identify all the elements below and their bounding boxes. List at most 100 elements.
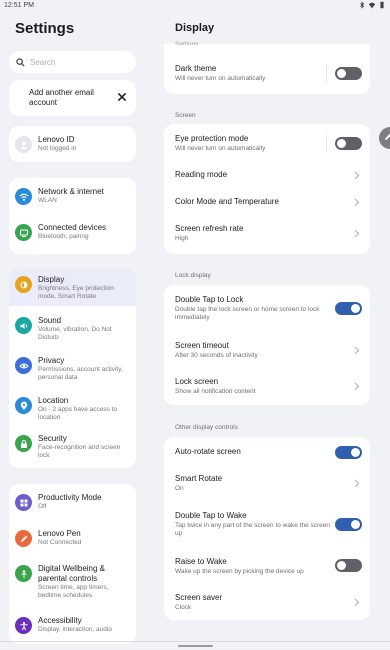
avatar-icon — [20, 141, 27, 149]
screen-saver-subtitle: Clock — [175, 604, 192, 611]
double-tap-wake-title: Double Tap to Wake — [175, 511, 247, 520]
search-input[interactable] — [30, 57, 130, 67]
smart-rotate-subtitle: On — [175, 485, 184, 492]
account-card[interactable]: Lenovo ID Not logged in — [9, 126, 136, 162]
double-tap-lock-title: Double Tap to Lock — [175, 295, 244, 304]
sidebar-item-label: Sound — [38, 316, 62, 325]
battery-icon — [380, 1, 384, 9]
double-tap-lock-toggle[interactable] — [335, 302, 362, 315]
sidebar-item-sound[interactable]: Sound Volume, vibration, Do Not Disturb — [9, 316, 136, 342]
chevron-right-icon — [354, 346, 360, 355]
device-card: Display Brightness, Eye protection mode,… — [9, 268, 136, 468]
reading-mode-title: Reading mode — [175, 170, 228, 179]
pen-icon — [15, 530, 32, 547]
lock-screen-title: Lock screen — [175, 377, 219, 386]
sidebar-item-lenovo-pen[interactable]: Lenovo Pen Not Connected — [9, 529, 136, 547]
other-controls-card: Auto-rotate screen Smart Rotate On Doubl… — [164, 437, 370, 620]
accessibility-icon — [15, 617, 32, 634]
pencil-icon — [385, 133, 390, 140]
refresh-rate-title: Screen refresh rate — [175, 224, 244, 233]
sidebar-item-label: Connected devices — [38, 223, 107, 232]
color-mode-title: Color Mode and Temperature — [175, 197, 279, 206]
account-title: Lenovo ID — [38, 135, 75, 144]
wifi-icon — [15, 188, 32, 205]
sidebar-item-label: Privacy — [38, 356, 65, 365]
sidebar-item-label: Security — [38, 434, 67, 443]
sidebar-item-connected-devices[interactable]: Connected devices Bluetooth, pairing — [9, 223, 136, 241]
search-icon — [16, 57, 25, 66]
refresh-rate-subtitle: High — [175, 235, 189, 242]
sidebar-item-label: Digital Wellbeing & parental controls — [38, 564, 105, 583]
section-label-screen: Screen — [175, 112, 196, 119]
sidebar-item-privacy[interactable]: Privacy Permissions, account activity, p… — [9, 356, 136, 382]
sidebar-item-label: Lenovo Pen — [38, 529, 81, 538]
wifi-status-icon — [368, 2, 376, 9]
cut-off-label: Settings — [175, 41, 199, 45]
status-time: 12:51 PM — [4, 2, 34, 9]
status-bar: 12:51 PM — [0, 0, 390, 12]
devices-icon — [15, 224, 32, 241]
screen-card: Eye protection mode Will never turn on a… — [164, 124, 370, 254]
productivity-icon — [15, 494, 32, 511]
settings-title: Settings — [15, 20, 75, 37]
sidebar-item-subtitle: Off — [38, 503, 47, 510]
divider — [0, 641, 390, 642]
chevron-right-icon — [354, 382, 360, 391]
privacy-eye-icon — [15, 357, 32, 374]
raise-to-wake-toggle[interactable] — [335, 559, 362, 572]
sidebar-item-display[interactable]: Display Brightness, Eye protection mode,… — [9, 268, 136, 306]
sidebar-item-security[interactable]: Security Face-recognition and screen loc… — [9, 434, 136, 460]
wellbeing-icon — [15, 565, 32, 582]
screen-saver-title: Screen saver — [175, 593, 223, 602]
eye-protection-toggle[interactable] — [335, 137, 362, 150]
lock-icon — [15, 435, 32, 452]
gesture-nav-handle[interactable] — [178, 645, 213, 647]
sidebar-item-productivity[interactable]: Productivity Mode Off — [9, 493, 136, 511]
sidebar-item-subtitle: Brightness, Eye protection mode, Smart R… — [38, 285, 114, 300]
auto-rotate-toggle[interactable] — [335, 446, 362, 459]
location-icon — [15, 397, 32, 414]
sidebar-item-label: Display — [38, 275, 65, 284]
chevron-right-icon — [354, 198, 360, 207]
sidebar-item-subtitle: Screen time, app timers, bedtime schedul… — [38, 584, 109, 599]
sidebar-item-subtitle: Permissions, account activity, personal … — [38, 366, 123, 381]
add-email-card[interactable]: Add another email account — [9, 80, 136, 116]
sidebar-item-subtitle: Volume, vibration, Do Not Disturb — [38, 326, 112, 341]
add-email-label: Add another email account — [29, 88, 94, 107]
section-label-other-controls: Other display controls — [175, 424, 238, 431]
status-icons — [358, 1, 386, 9]
double-tap-wake-subtitle: Tap twice in any part of the screen to w… — [175, 522, 331, 537]
section-label-lock-display: Lock display — [175, 272, 211, 279]
eye-protection-subtitle: Will never turn on automatically — [175, 145, 266, 152]
sidebar-item-accessibility[interactable]: Accessibility Display, interaction, audi… — [9, 616, 136, 634]
auto-rotate-title: Auto-rotate screen — [175, 447, 241, 456]
sidebar-item-label: Accessibility — [38, 616, 82, 625]
double-tap-lock-subtitle: Double tap the lock screen or home scree… — [175, 306, 320, 321]
chevron-right-icon — [354, 479, 360, 488]
sidebar-item-network[interactable]: Network & internet WLAN — [9, 187, 136, 205]
sidebar-item-location[interactable]: Location On - 2 apps have access to loca… — [9, 396, 136, 422]
sidebar-item-subtitle: Not Connected — [38, 539, 82, 546]
double-tap-wake-toggle[interactable] — [335, 518, 362, 531]
connectivity-card: Network & internet WLAN Connected device… — [9, 178, 136, 254]
sidebar-item-label: Location — [38, 396, 69, 405]
theme-card: Settings Dark theme Will never turn on a… — [164, 41, 370, 94]
chevron-right-icon — [354, 171, 360, 180]
volume-icon — [15, 317, 32, 334]
raise-to-wake-title: Raise to Wake — [175, 557, 227, 566]
chevron-right-icon — [354, 598, 360, 607]
smart-rotate-title: Smart Rotate — [175, 474, 223, 483]
dark-theme-subtitle: Will never turn on automatically — [175, 75, 266, 82]
avatar — [15, 136, 32, 153]
sidebar-item-label: Network & internet — [38, 187, 104, 196]
search-bar[interactable] — [9, 51, 136, 73]
sidebar-item-subtitle: On - 2 apps have access to location — [38, 406, 118, 421]
brightness-icon — [15, 276, 32, 293]
close-icon[interactable] — [116, 91, 128, 103]
sidebar-item-digital-wellbeing[interactable]: Digital Wellbeing & parental controls Sc… — [9, 564, 136, 600]
floating-edit-button[interactable] — [379, 127, 390, 149]
account-row[interactable]: Lenovo ID Not logged in — [9, 135, 136, 153]
dark-theme-toggle[interactable] — [335, 67, 362, 80]
bluetooth-icon — [360, 1, 365, 9]
screen-timeout-title: Screen timeout — [175, 341, 229, 350]
